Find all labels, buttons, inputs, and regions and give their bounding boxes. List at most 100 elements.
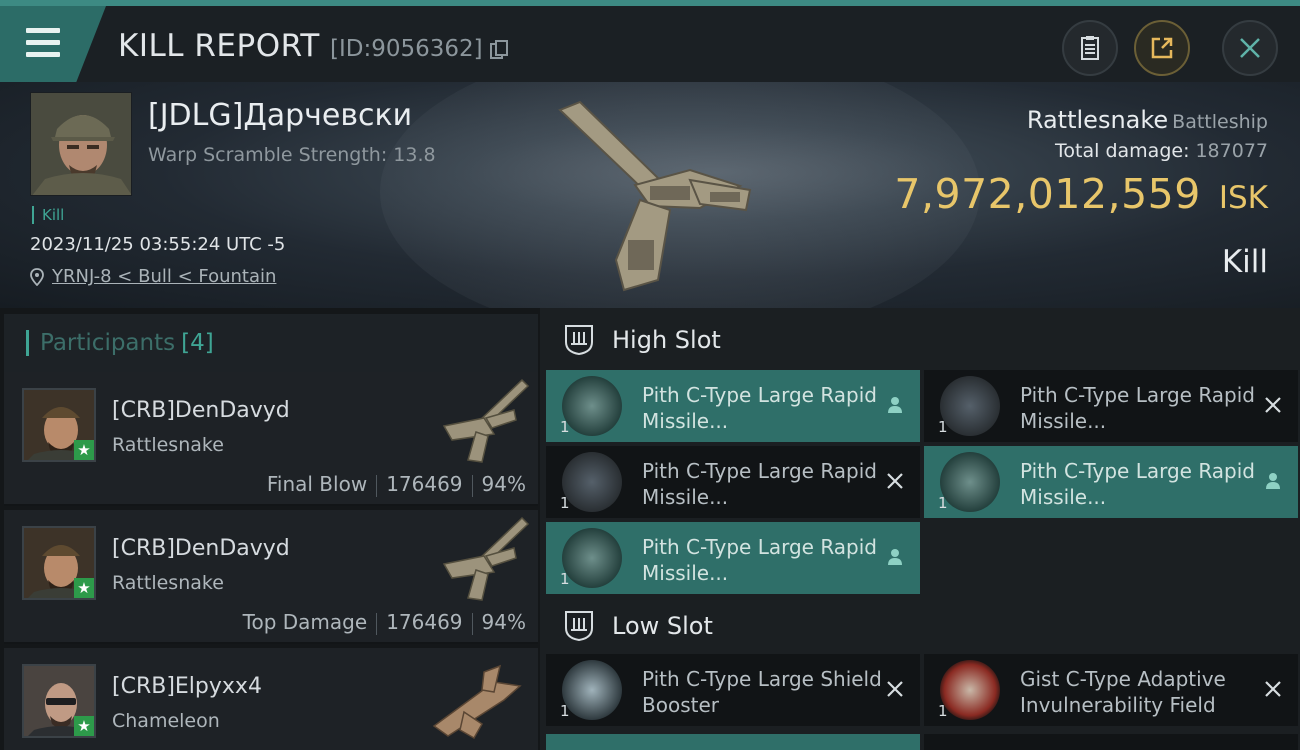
victim-ship[interactable]: Rattlesnake Battleship xyxy=(1027,106,1268,134)
shield-booster-icon xyxy=(562,660,622,720)
module-item[interactable]: 1 Pith C-Type Large Rapid Missile... xyxy=(546,370,920,442)
person-icon xyxy=(888,397,902,413)
cross-icon xyxy=(887,681,903,697)
participant-percent: 94% xyxy=(481,610,526,634)
module-item-partial[interactable] xyxy=(924,734,1298,750)
divider xyxy=(376,612,378,635)
victim-ship-image xyxy=(558,100,752,292)
divider xyxy=(471,612,473,635)
module-name: Pith C-Type Large Rapid Missile... xyxy=(642,459,877,509)
menu-icon xyxy=(26,28,60,33)
close-button[interactable] xyxy=(1222,20,1278,76)
module-item-partial[interactable] xyxy=(546,734,920,750)
module-item[interactable]: 1 Gist C-Type Adaptive Invulnerability F… xyxy=(924,654,1298,726)
isk-loss: 7,972,012,559 ISK xyxy=(894,170,1268,218)
kill-tag: Kill xyxy=(32,206,64,224)
participant-damage: 176469 xyxy=(386,472,463,496)
location-pin-icon xyxy=(30,268,44,286)
participant-ship: Chameleon xyxy=(112,710,220,732)
module-quantity: 1 xyxy=(560,494,570,512)
participant-row[interactable]: ★ [CRB]DenDavyd Rattlesnake Final Blow 17… xyxy=(4,372,538,506)
participant-role: Final Blow xyxy=(266,472,368,496)
missile-launcher-icon xyxy=(562,376,622,436)
person-icon xyxy=(888,549,902,565)
participant-name: [CRB]DenDavyd xyxy=(112,536,290,561)
module-item[interactable]: 1 Pith C-Type Large Rapid Missile... xyxy=(546,522,920,594)
isk-value: 7,972,012,559 xyxy=(894,170,1201,218)
module-name: Pith C-Type Large Rapid Missile... xyxy=(642,535,877,585)
high-slot-header: High Slot xyxy=(544,308,1300,370)
module-item[interactable]: 1 Pith C-Type Large Rapid Missile... xyxy=(546,446,920,518)
participant-row[interactable]: ★ [CRB]DenDavyd Rattlesnake Top Damage 17… xyxy=(4,510,538,644)
cross-icon xyxy=(1265,681,1281,697)
share-icon xyxy=(1151,37,1173,59)
menu-icon-bar xyxy=(26,40,60,45)
participant-ship-image xyxy=(442,378,530,463)
participants-panel: Participants [4] ★ [CRB]DenDavyd Rattlesn… xyxy=(0,308,540,750)
module-name: Pith C-Type Large Rapid Missile... xyxy=(1020,383,1255,433)
module-quantity: 1 xyxy=(560,418,570,436)
victim-ship-name: Rattlesnake xyxy=(1026,106,1169,134)
share-button[interactable] xyxy=(1134,20,1190,76)
module-item[interactable]: 1 Pith C-Type Large Shield Booster xyxy=(546,654,920,726)
module-quantity: 1 xyxy=(938,702,948,720)
participant-name: [CRB]DenDavyd xyxy=(112,398,290,423)
cross-icon xyxy=(887,473,903,489)
participant-ship: Rattlesnake xyxy=(112,434,224,456)
module-name: Pith C-Type Large Rapid Missile... xyxy=(642,383,877,433)
kill-timestamp: 2023/11/25 03:55:24 UTC -5 xyxy=(30,234,286,255)
victim-name[interactable]: [JDLG]Дарчевски xyxy=(148,98,412,133)
module-item[interactable]: 1 Pith C-Type Large Rapid Missile... xyxy=(924,446,1298,518)
warp-scramble-strength: Warp Scramble Strength: 13.8 xyxy=(148,144,436,166)
divider xyxy=(471,474,473,497)
high-slot-label: High Slot xyxy=(612,326,721,354)
module-quantity: 1 xyxy=(938,418,948,436)
participants-count: [4] xyxy=(181,330,214,356)
module-name: Gist C-Type Adaptive Invulnerability Fie… xyxy=(1020,667,1226,717)
top-header: KILL REPORT [ID:9056362] xyxy=(0,0,1300,82)
total-damage: Total damage: 187077 xyxy=(1055,140,1268,162)
person-icon xyxy=(1266,473,1280,489)
participant-ship: Rattlesnake xyxy=(112,572,224,594)
location-link[interactable]: YRNJ-8 < Bull < Fountain xyxy=(52,266,276,287)
section-accent xyxy=(26,330,29,356)
slot-icon xyxy=(565,611,593,642)
menu-button[interactable] xyxy=(0,6,106,82)
low-slot-header: Low Slot xyxy=(544,594,1300,656)
isk-unit: ISK xyxy=(1218,180,1268,216)
cross-icon xyxy=(1265,397,1281,413)
kill-location[interactable]: YRNJ-8 < Bull < Fountain xyxy=(30,266,276,287)
module-quantity: 1 xyxy=(938,494,948,512)
missile-launcher-icon xyxy=(940,376,1000,436)
final-blow-star-icon: ★ xyxy=(74,440,94,460)
total-damage-label: Total damage: xyxy=(1055,140,1190,162)
missile-launcher-icon xyxy=(562,528,622,588)
clipboard-button[interactable] xyxy=(1062,20,1118,76)
report-id: [ID:9056362] xyxy=(330,36,483,62)
star-icon: ★ xyxy=(74,578,94,598)
missile-launcher-icon xyxy=(940,452,1000,512)
participant-percent: 94% xyxy=(481,472,526,496)
page-title: KILL REPORT xyxy=(118,28,320,64)
copy-icon[interactable] xyxy=(490,40,508,60)
participant-stats: Final Blow 176469 94% xyxy=(267,472,526,497)
missile-launcher-icon xyxy=(562,452,622,512)
pilot-portrait-image xyxy=(31,93,131,195)
participants-header: Participants [4] xyxy=(4,314,538,372)
close-icon xyxy=(1240,38,1260,58)
module-quantity: 1 xyxy=(560,570,570,588)
victim-ship-class: Battleship xyxy=(1172,111,1268,133)
participant-damage: 176469 xyxy=(386,610,463,634)
participant-name: [CRB]Elpyxx4 xyxy=(112,674,262,699)
kill-result: Kill xyxy=(1221,244,1268,280)
total-damage-value: 187077 xyxy=(1195,140,1268,162)
participants-title-wrap: Participants [4] xyxy=(40,330,214,356)
victim-portrait[interactable] xyxy=(30,92,132,196)
module-item[interactable]: 1 Pith C-Type Large Rapid Missile... xyxy=(924,370,1298,442)
module-name: Pith C-Type Large Shield Booster xyxy=(642,667,882,717)
module-quantity: 1 xyxy=(560,702,570,720)
participant-role: Top Damage xyxy=(242,610,368,634)
low-slot-label: Low Slot xyxy=(612,612,713,640)
participant-ship-image xyxy=(432,664,522,740)
participant-row[interactable]: ★ [CRB]Elpyxx4 Chameleon xyxy=(4,648,538,750)
